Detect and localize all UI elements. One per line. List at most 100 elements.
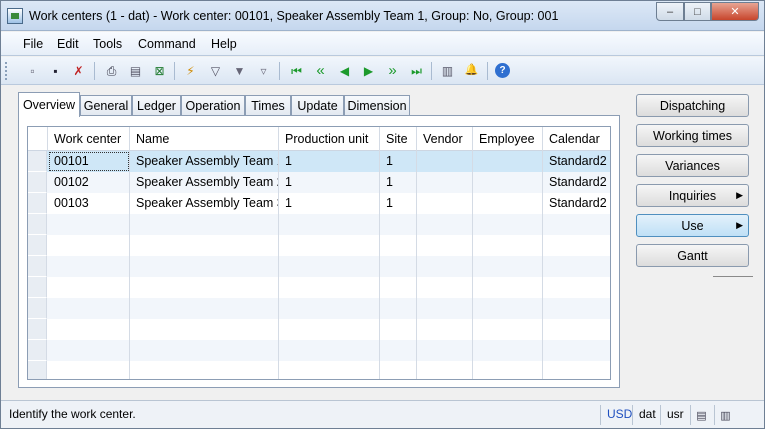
cell-production-unit[interactable] bbox=[279, 214, 380, 235]
toolbar-grip[interactable] bbox=[5, 62, 8, 80]
cell-vendor[interactable] bbox=[417, 193, 473, 214]
cell-name[interactable] bbox=[130, 361, 279, 379]
print-preview-icon[interactable]: ▤ bbox=[127, 62, 144, 79]
cell-calendar[interactable] bbox=[543, 319, 610, 340]
row-selector[interactable] bbox=[28, 193, 47, 214]
empty-table-row[interactable] bbox=[28, 214, 610, 235]
cell-calendar[interactable]: Standard2 bbox=[543, 151, 610, 172]
cell-employee[interactable] bbox=[473, 172, 543, 193]
cell-work-center[interactable] bbox=[48, 235, 130, 256]
server-icon[interactable]: ▥ bbox=[714, 405, 736, 425]
next-page-icon[interactable]: » bbox=[384, 62, 401, 79]
gantt-button[interactable]: Gantt bbox=[636, 244, 749, 267]
row-selector[interactable] bbox=[28, 172, 47, 193]
row-selector[interactable] bbox=[28, 319, 47, 340]
cell-employee[interactable] bbox=[473, 319, 543, 340]
cell-calendar[interactable] bbox=[543, 298, 610, 319]
cell-site[interactable] bbox=[380, 235, 417, 256]
tab-times[interactable]: Times bbox=[245, 95, 291, 116]
cell-calendar[interactable] bbox=[543, 361, 610, 379]
cell-name[interactable] bbox=[130, 256, 279, 277]
cell-production-unit[interactable] bbox=[279, 235, 380, 256]
table-row[interactable]: 00101 Speaker Assembly Team 1 1 1 Standard2 bbox=[28, 151, 610, 172]
cell-vendor[interactable] bbox=[417, 340, 473, 361]
cell-work-center[interactable]: 00101 bbox=[48, 151, 130, 172]
row-selector-header[interactable] bbox=[28, 127, 48, 151]
cell-employee[interactable] bbox=[473, 361, 543, 379]
tab-overview[interactable]: Overview bbox=[18, 92, 80, 117]
cell-work-center[interactable]: 00103 bbox=[48, 193, 130, 214]
cell-name[interactable]: Speaker Assembly Team 3 bbox=[130, 193, 279, 214]
cell-site[interactable]: 1 bbox=[380, 151, 417, 172]
empty-table-row[interactable] bbox=[28, 235, 610, 256]
previous-record-icon[interactable]: ◀ bbox=[336, 62, 353, 79]
cell-employee[interactable] bbox=[473, 214, 543, 235]
next-record-icon[interactable]: ▶ bbox=[360, 62, 377, 79]
empty-table-row[interactable] bbox=[28, 256, 610, 277]
row-selector[interactable] bbox=[28, 361, 47, 379]
cell-name[interactable] bbox=[130, 235, 279, 256]
row-selector[interactable] bbox=[28, 214, 47, 235]
status-currency[interactable]: USD bbox=[600, 405, 632, 425]
row-selector[interactable] bbox=[28, 340, 47, 361]
table-row[interactable]: 00102 Speaker Assembly Team 2 1 1 Standard2 bbox=[28, 172, 610, 193]
cell-calendar[interactable] bbox=[543, 214, 610, 235]
column-header-site[interactable]: Site bbox=[380, 127, 417, 151]
cell-work-center[interactable] bbox=[48, 214, 130, 235]
tab-ledger[interactable]: Ledger bbox=[132, 95, 181, 116]
table-row[interactable]: 00103 Speaker Assembly Team 3 1 1 Standard2 bbox=[28, 193, 610, 214]
cell-name[interactable] bbox=[130, 277, 279, 298]
row-selector[interactable] bbox=[28, 235, 47, 256]
title-bar[interactable]: Work centers (1 - dat) - Work center: 00… bbox=[1, 1, 764, 31]
cell-site[interactable] bbox=[380, 361, 417, 379]
cell-calendar[interactable] bbox=[543, 340, 610, 361]
save-icon[interactable]: ▪ bbox=[47, 62, 64, 79]
tab-operation[interactable]: Operation bbox=[181, 95, 245, 116]
cell-vendor[interactable] bbox=[417, 151, 473, 172]
previous-page-icon[interactable]: « bbox=[312, 62, 329, 79]
export-excel-icon[interactable]: ⊠ bbox=[151, 62, 168, 79]
use-menu-button[interactable]: Use ▶ bbox=[636, 214, 749, 237]
cell-calendar[interactable] bbox=[543, 256, 610, 277]
cell-site[interactable] bbox=[380, 277, 417, 298]
empty-table-row[interactable] bbox=[28, 298, 610, 319]
working-times-button[interactable]: Working times bbox=[636, 124, 749, 147]
cell-name[interactable] bbox=[130, 319, 279, 340]
variances-button[interactable]: Variances bbox=[636, 154, 749, 177]
first-record-icon[interactable]: ⏮ bbox=[288, 62, 305, 79]
cell-employee[interactable] bbox=[473, 193, 543, 214]
cell-production-unit[interactable]: 1 bbox=[279, 193, 380, 214]
print-icon[interactable]: ⎙ bbox=[103, 62, 120, 79]
inquiries-menu-button[interactable]: Inquiries ▶ bbox=[636, 184, 749, 207]
cell-vendor[interactable] bbox=[417, 277, 473, 298]
cell-employee[interactable] bbox=[473, 256, 543, 277]
empty-table-row[interactable] bbox=[28, 319, 610, 340]
dispatching-button[interactable]: Dispatching bbox=[636, 94, 749, 117]
cell-work-center[interactable] bbox=[48, 298, 130, 319]
row-selector[interactable] bbox=[28, 277, 47, 298]
column-header-vendor[interactable]: Vendor bbox=[417, 127, 473, 151]
empty-table-row[interactable] bbox=[28, 361, 610, 379]
cell-name[interactable] bbox=[130, 298, 279, 319]
cell-employee[interactable] bbox=[473, 277, 543, 298]
cell-site[interactable] bbox=[380, 298, 417, 319]
cell-vendor[interactable] bbox=[417, 214, 473, 235]
help-icon[interactable]: ? bbox=[495, 63, 510, 78]
tab-dimension[interactable]: Dimension bbox=[344, 95, 410, 116]
cell-calendar[interactable]: Standard2 bbox=[543, 172, 610, 193]
database-icon[interactable]: ▤ bbox=[690, 405, 712, 425]
cell-production-unit[interactable] bbox=[279, 340, 380, 361]
cell-work-center[interactable]: 00102 bbox=[48, 172, 130, 193]
cell-employee[interactable] bbox=[473, 235, 543, 256]
cell-site[interactable]: 1 bbox=[380, 193, 417, 214]
menu-edit[interactable]: Edit bbox=[57, 37, 79, 51]
cell-site[interactable] bbox=[380, 340, 417, 361]
column-header-production-unit[interactable]: Production unit bbox=[279, 127, 380, 151]
filter-by-grid-icon[interactable]: ▽ bbox=[207, 62, 224, 79]
tab-update[interactable]: Update bbox=[291, 95, 344, 116]
cell-name[interactable]: Speaker Assembly Team 2 bbox=[130, 172, 279, 193]
cell-calendar[interactable] bbox=[543, 235, 610, 256]
menu-help[interactable]: Help bbox=[211, 37, 237, 51]
cell-employee[interactable] bbox=[473, 151, 543, 172]
cell-vendor[interactable] bbox=[417, 361, 473, 379]
